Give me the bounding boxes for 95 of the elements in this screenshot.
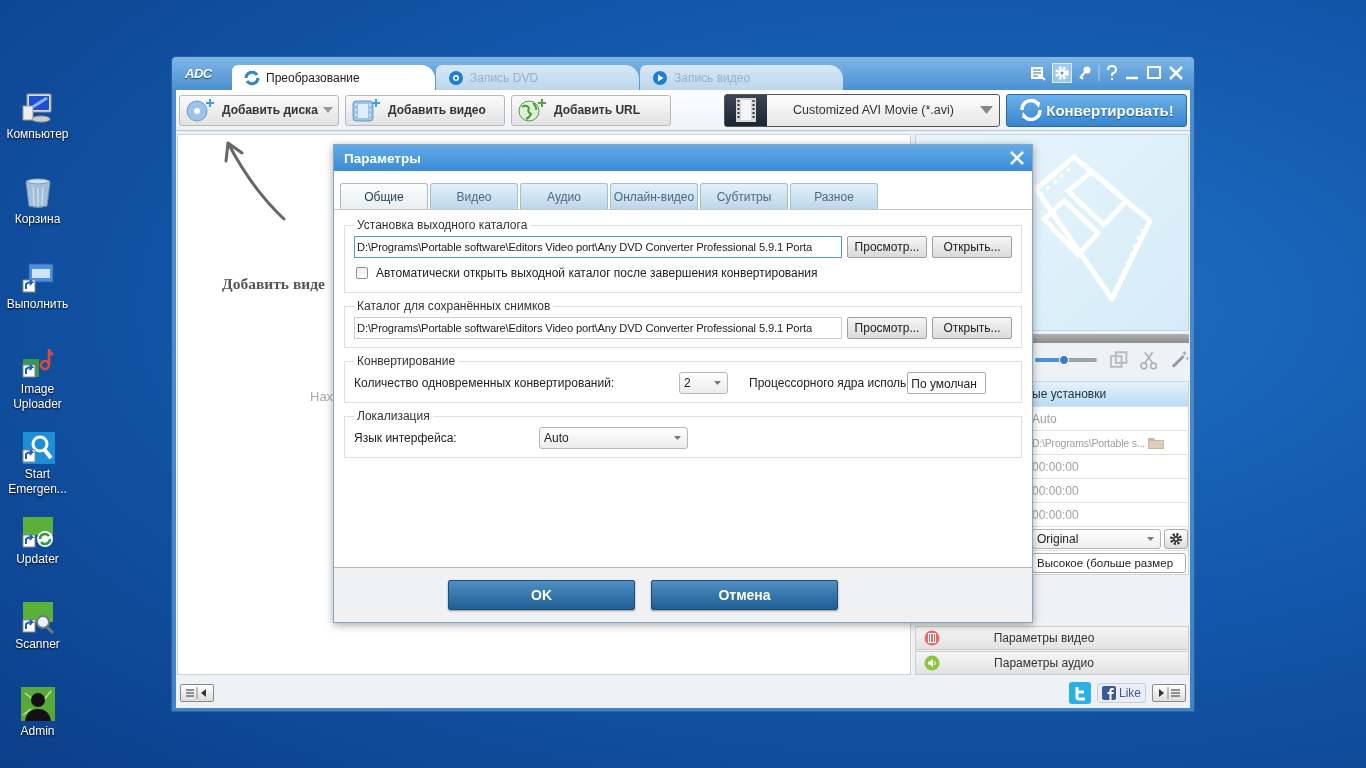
caret-icon [1147, 536, 1155, 541]
magnifier-shortcut-icon[interactable] [20, 432, 55, 464]
tab[interactable]: Аудио [520, 183, 608, 209]
caret-icon [980, 106, 993, 114]
tab[interactable]: Разное [790, 183, 878, 209]
drop-area-hint: Нах [310, 389, 334, 404]
twitter-icon[interactable] [1069, 682, 1091, 704]
magnifier-shortcut-icon[interactable] [20, 602, 55, 634]
close-icon[interactable] [1168, 65, 1184, 81]
checkbox-label: Автоматически открыть выходной каталог после завершения конвертирования [376, 266, 818, 280]
refresh-shortcut-icon[interactable] [20, 517, 55, 549]
group-title: Конвертирование [356, 354, 457, 368]
settings-icon[interactable] [1052, 63, 1072, 83]
facebook-icon [1102, 686, 1116, 700]
close-icon[interactable] [1010, 151, 1024, 165]
divider-icon [1098, 65, 1100, 81]
setting-value: 00:00:00 [1032, 507, 1079, 522]
checkbox[interactable] [356, 267, 368, 279]
magic-wand-icon[interactable] [1169, 350, 1189, 370]
drop-area-title: Добавить виде [222, 275, 325, 293]
dialog-title: Параметры [344, 150, 421, 166]
path-field[interactable]: D:\Programs\Portable software\Editors Video port\Any DVD Converter Professional 5.9.1 Porta [354, 236, 842, 258]
desktop-icon-label[interactable]: Scanner [0, 637, 75, 652]
field-label: Язык интерфейса: [354, 431, 458, 445]
scissors-icon[interactable] [1140, 350, 1158, 370]
window-shortcut-icon[interactable] [20, 262, 55, 294]
app-logo: ADC [184, 66, 213, 83]
select-dropdown[interactable]: Original [1032, 528, 1162, 549]
play-icon [652, 69, 668, 86]
cores-field[interactable]: По умолчан [907, 372, 987, 394]
browse-button[interactable]: Просмотр... [847, 317, 927, 339]
trash-bin-icon[interactable] [22, 177, 53, 209]
toolbar-button[interactable]: Добавить URL [511, 94, 671, 126]
tab[interactable]: Видео [430, 183, 518, 209]
panel-header[interactable]: Параметры видео [915, 626, 1189, 650]
group-title: Каталог для сохранённых снимков [356, 299, 552, 313]
help-icon[interactable] [1106, 65, 1118, 81]
settings-button[interactable] [1164, 528, 1188, 549]
desktop-icon-label[interactable]: Admin [0, 724, 75, 739]
sidebar-toggle-button[interactable] [180, 684, 214, 702]
field-label: Количество одновременных конвертирований: [354, 376, 616, 390]
folder-icon[interactable] [1147, 436, 1164, 449]
desktop-icon-label[interactable]: Image Uploader [0, 382, 75, 412]
panel-header[interactable]: Параметры аудио [915, 651, 1189, 675]
music-note-shortcut-icon[interactable] [20, 347, 55, 379]
computer-icon[interactable] [20, 92, 55, 124]
desktop-icon-label[interactable]: Корзина [0, 212, 75, 227]
caret-icon [674, 436, 681, 440]
key-icon[interactable] [1078, 65, 1092, 81]
disc-icon [448, 69, 464, 86]
settings-header: ые установки [1032, 387, 1107, 401]
language-dropdown[interactable]: Auto [539, 427, 688, 449]
film-add-icon [351, 98, 381, 122]
disc-add-icon [185, 98, 215, 122]
open-button[interactable]: Открыть... [932, 236, 1012, 258]
field-label: Процессорного ядра исполь [749, 376, 907, 390]
panel-toggle-button[interactable] [1152, 684, 1186, 702]
format-dropdown[interactable]: Customized AVI Movie (*.avi) [724, 93, 1000, 127]
maximize-icon[interactable] [1146, 65, 1162, 81]
toolbar-button[interactable]: Добавить видео [345, 94, 505, 126]
speaker-icon [924, 655, 940, 671]
like-button[interactable]: Like [1097, 683, 1146, 703]
caret-icon [714, 381, 721, 385]
volume-slider[interactable] [1035, 358, 1097, 362]
open-button[interactable]: Открыть... [932, 317, 1012, 339]
refresh-icon [244, 69, 260, 86]
globe-add-icon [517, 98, 547, 122]
film-icon [736, 98, 756, 122]
user-silhouette-icon[interactable] [20, 687, 55, 721]
tab[interactable]: Онлайн-видео [610, 183, 698, 209]
desktop-icon-label[interactable]: Start Emergen... [0, 467, 75, 497]
tab[interactable]: Субтитры [700, 183, 788, 209]
setting-value: 00:00:00 [1032, 483, 1079, 498]
tab[interactable]: Преобразование [232, 65, 435, 90]
list-icon[interactable] [1030, 65, 1046, 81]
setting-value: D:\Programs\Portable s... [1032, 436, 1145, 449]
caret-icon [323, 107, 333, 113]
desktop-icon-label[interactable]: Компьютер [0, 127, 75, 142]
desktop-icon-label[interactable]: Updater [0, 552, 75, 567]
refresh-icon [1019, 99, 1044, 121]
dialog-button[interactable]: OK [448, 580, 635, 610]
toolbar-button[interactable]: Добавить диска [179, 94, 339, 126]
desktop-icon-label[interactable]: Выполнить [0, 297, 75, 312]
dialog-button[interactable]: Отмена [651, 580, 838, 610]
browse-button[interactable]: Просмотр... [847, 236, 927, 258]
group-title: Локализация [356, 409, 431, 423]
count-dropdown[interactable]: 2 [679, 372, 728, 394]
setting-value: 00:00:00 [1032, 459, 1079, 474]
setting-value: Auto [1032, 411, 1057, 426]
gear-icon [1169, 531, 1184, 546]
tab[interactable]: Общие [340, 183, 428, 209]
film-icon [924, 630, 940, 646]
group-title: Установка выходного каталога [356, 218, 529, 232]
path-field[interactable]: D:\Programs\Portable software\Editors Video port\Any DVD Converter Professional 5.9.1 Porta [354, 317, 842, 339]
copy-icon[interactable] [1108, 350, 1129, 370]
